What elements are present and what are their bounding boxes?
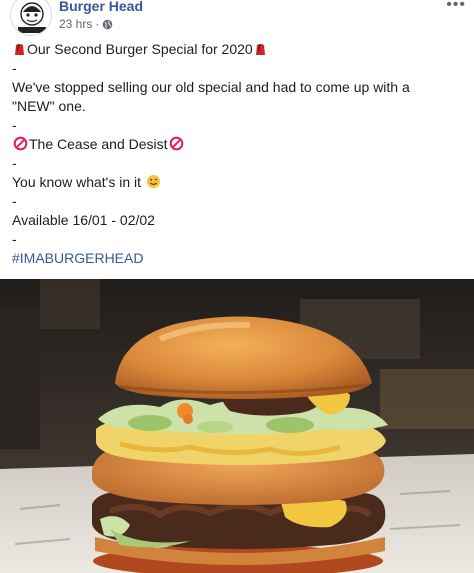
post-message: Our Second Burger Special for 2020 - We'… xyxy=(12,40,464,268)
page-avatar[interactable] xyxy=(10,0,52,36)
fez-icon xyxy=(255,44,265,55)
prohibited-icon xyxy=(169,136,183,151)
page-name-link[interactable]: Burger Head xyxy=(59,0,143,14)
message-line: - xyxy=(12,60,17,76)
message-line: - xyxy=(12,231,17,247)
message-line: - xyxy=(12,117,17,133)
message-line: You know what's in it xyxy=(12,173,464,192)
message-line: Available 16/01 - 02/02 xyxy=(12,212,155,228)
post-photo[interactable] xyxy=(0,279,474,573)
post-header: Burger Head 23 hrs · ••• xyxy=(0,0,474,36)
post-meta: 23 hrs · xyxy=(59,17,113,31)
burger-photo xyxy=(0,279,474,573)
message-line: #IMABURGERHEAD xyxy=(12,249,464,268)
meta-separator: · xyxy=(95,17,100,31)
hashtag-link[interactable]: #IMABURGERHEAD xyxy=(12,250,143,266)
more-options-button[interactable]: ••• xyxy=(446,0,466,14)
post-timestamp[interactable]: 23 hrs xyxy=(59,17,92,31)
message-line: Our Second Burger Special for 2020 xyxy=(12,40,464,59)
wink-icon xyxy=(146,174,160,189)
message-line: - xyxy=(12,155,17,171)
fez-icon xyxy=(15,44,24,55)
burger-head-logo-icon xyxy=(11,0,51,35)
post-card: Burger Head 23 hrs · ••• Our Second Burg… xyxy=(0,0,474,573)
globe-icon[interactable] xyxy=(102,19,113,30)
message-line: - xyxy=(12,193,17,209)
message-line: We've stopped selling our old special an… xyxy=(12,79,410,95)
message-line: "NEW" one. xyxy=(12,98,86,114)
message-line: The Cease and Desist xyxy=(12,135,464,154)
prohibited-icon xyxy=(13,136,28,151)
